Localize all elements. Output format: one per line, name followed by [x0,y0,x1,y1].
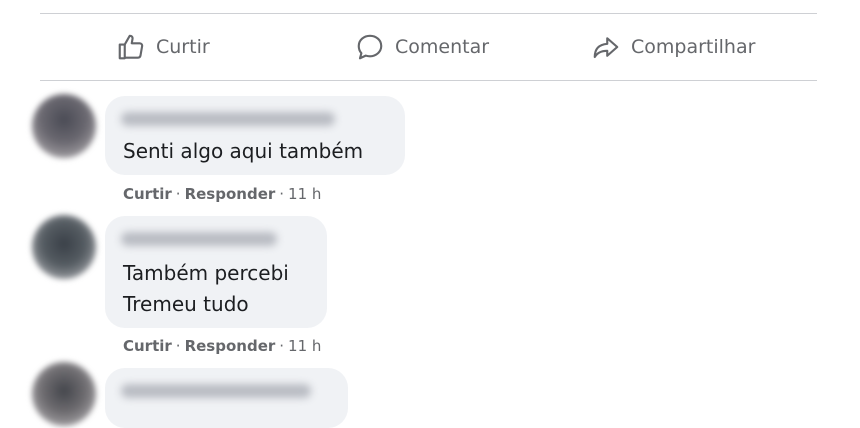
comment-like-link[interactable]: Curtir [123,337,172,355]
share-arrow-icon [591,32,621,62]
like-label: Curtir [156,36,210,58]
comment-line: Também percebi [123,261,289,285]
comment-line: Senti algo aqui também [123,139,364,163]
author-name-blurred[interactable] [121,232,277,246]
comment-meta: Curtir · Responder · 11 h [123,185,321,203]
comment-line: Tremeu tudo [123,292,249,316]
comment-button[interactable]: Comentar [355,14,489,80]
comment-text: Senti algo aqui também [123,136,363,167]
post-actions-bar: Curtir Comentar Compartilhar [40,14,817,80]
comment-timestamp[interactable]: 11 h [288,337,321,355]
comment-like-link[interactable]: Curtir [123,185,172,203]
share-label: Compartilhar [631,36,756,58]
speech-bubble-icon [355,32,385,62]
comment-text: Também percebi Tremeu tudo [123,258,289,320]
separator-dot: · [175,185,181,203]
comment-bubble: Senti algo aqui também [105,96,405,175]
comment-bubble: Também percebi Tremeu tudo [105,216,327,328]
share-button[interactable]: Compartilhar [591,14,755,80]
thumbs-up-icon [116,32,146,62]
like-button[interactable]: Curtir [116,14,210,80]
separator-dot: · [175,337,181,355]
avatar[interactable] [32,94,96,158]
author-name-blurred[interactable] [121,112,335,126]
comment-timestamp[interactable]: 11 h [288,185,321,203]
comment-meta: Curtir · Responder · 11 h [123,337,321,355]
comment-reply-link[interactable]: Responder [185,185,276,203]
separator-dot: · [279,337,285,355]
comments-divider [40,80,817,81]
avatar[interactable] [32,215,96,279]
comment-reply-link[interactable]: Responder [185,337,276,355]
avatar[interactable] [32,362,96,426]
author-name-blurred[interactable] [121,384,311,398]
comment-label: Comentar [395,36,490,58]
separator-dot: · [279,185,285,203]
comment-bubble [105,368,348,428]
